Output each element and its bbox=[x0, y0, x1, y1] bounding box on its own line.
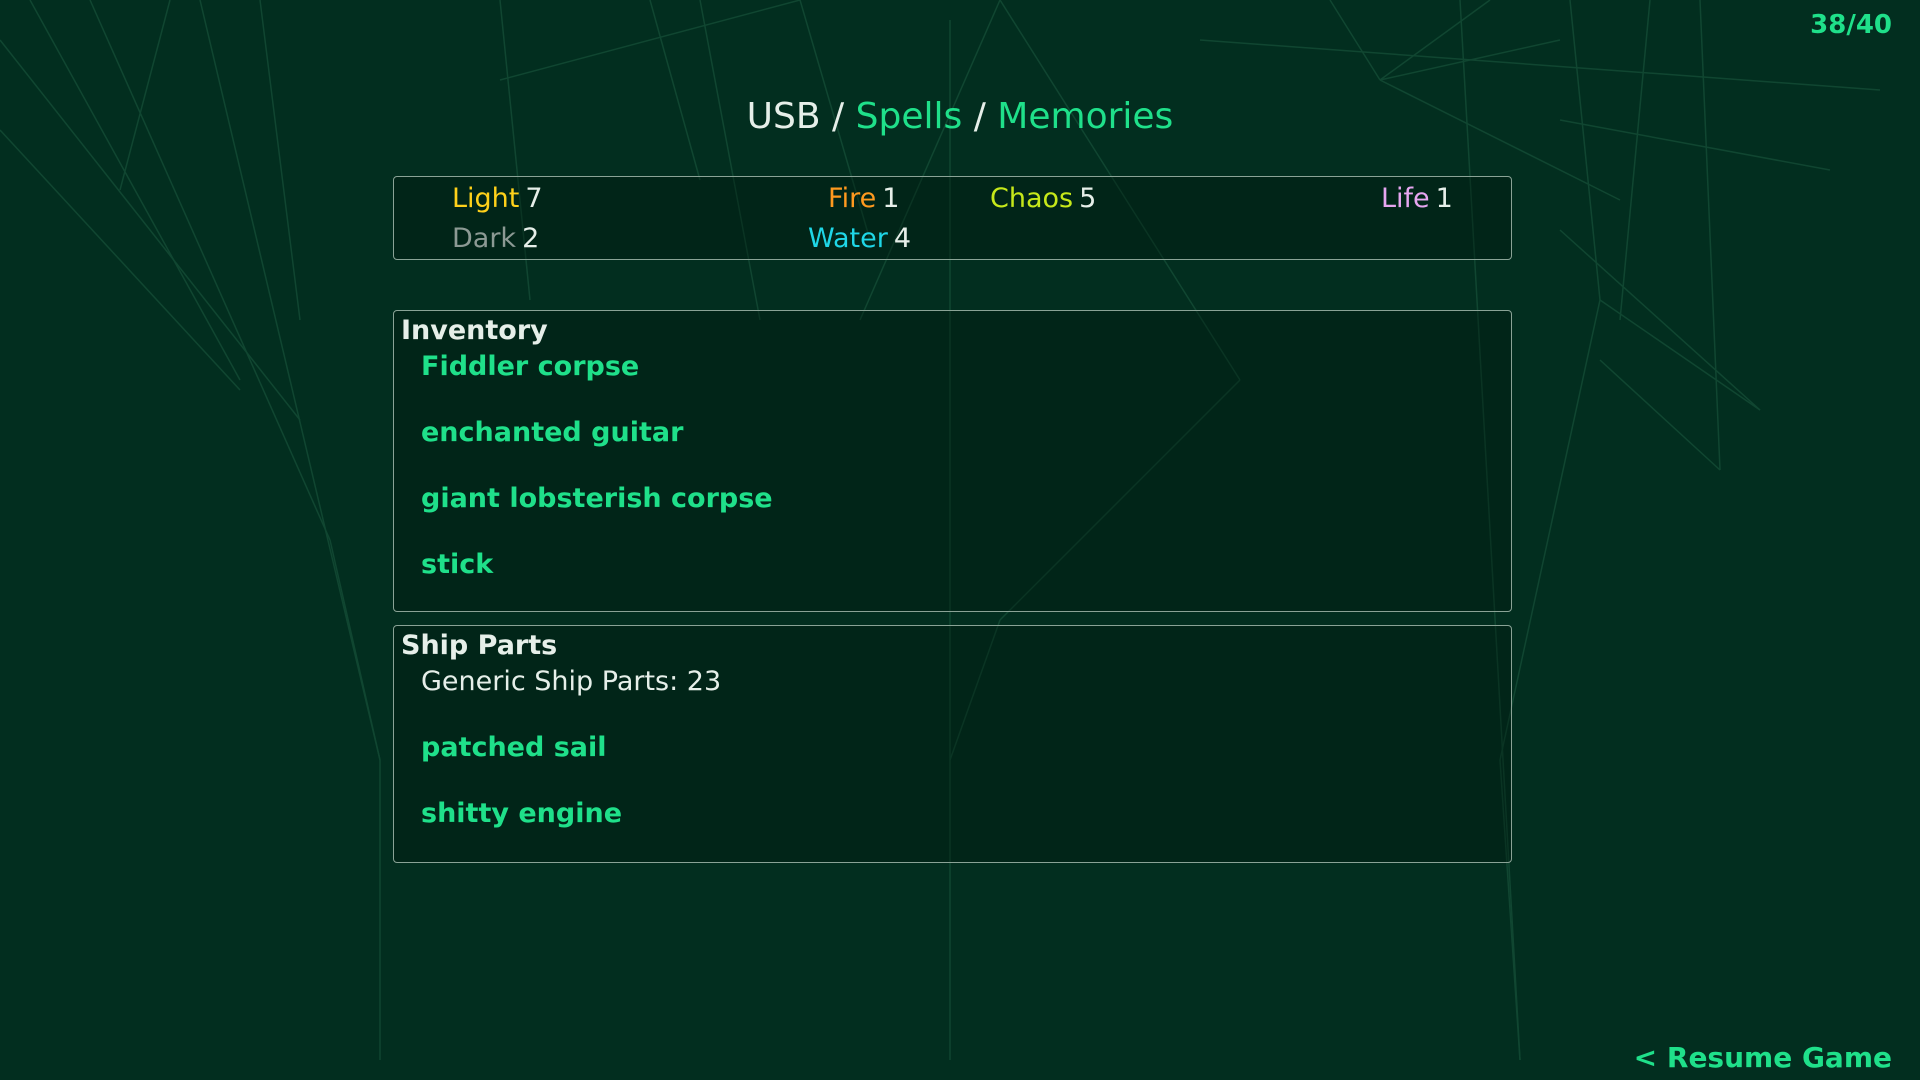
generic-ship-parts-count: Generic Ship Parts: 23 bbox=[421, 666, 722, 697]
element-water: Water 4 bbox=[808, 223, 911, 254]
inventory-item[interactable]: stick bbox=[421, 549, 493, 580]
element-light-value: 7 bbox=[525, 183, 543, 214]
inventory-item[interactable]: giant lobsterish corpse bbox=[421, 483, 773, 514]
resume-game-button[interactable]: < Resume Game bbox=[1634, 1041, 1892, 1074]
ship-part-item[interactable]: shitty engine bbox=[421, 798, 622, 829]
ship-parts-panel: Ship Parts Generic Ship Parts: 23 patche… bbox=[393, 625, 1512, 863]
ship-part-item[interactable]: patched sail bbox=[421, 732, 607, 763]
breadcrumb-spells[interactable]: Spells bbox=[856, 96, 963, 137]
element-water-name: Water bbox=[808, 223, 888, 254]
element-light: Light 7 bbox=[452, 183, 543, 214]
inventory-panel: Inventory Fiddler corpse enchanted guita… bbox=[393, 310, 1512, 612]
ship-parts-title: Ship Parts bbox=[401, 630, 558, 661]
element-fire-value: 1 bbox=[882, 183, 900, 214]
element-dark-value: 2 bbox=[522, 223, 540, 254]
breadcrumb-separator: / bbox=[973, 96, 986, 137]
breadcrumb-separator: / bbox=[832, 96, 845, 137]
element-life-name: Life bbox=[1381, 183, 1430, 214]
breadcrumb-memories[interactable]: Memories bbox=[997, 96, 1173, 137]
breadcrumb: USB / Spells / Memories bbox=[0, 96, 1920, 137]
element-dark-name: Dark bbox=[452, 223, 517, 254]
element-water-value: 4 bbox=[893, 223, 912, 254]
element-life: Life 1 bbox=[1381, 183, 1453, 214]
element-chaos-value: 5 bbox=[1079, 183, 1097, 214]
element-chaos-name: Chaos bbox=[990, 183, 1074, 214]
breadcrumb-usb[interactable]: USB bbox=[747, 96, 821, 137]
element-chaos: Chaos 5 bbox=[990, 183, 1096, 214]
inventory-title: Inventory bbox=[401, 315, 548, 346]
elements-panel: Light 7 Fire 1 Chaos 5 Life 1 Dark 2 Water 4 bbox=[393, 176, 1512, 260]
element-life-value: 1 bbox=[1435, 183, 1453, 214]
element-fire: Fire 1 bbox=[828, 183, 899, 214]
element-dark: Dark 2 bbox=[452, 223, 539, 254]
element-light-name: Light bbox=[452, 183, 520, 214]
progress-counter: 38/40 bbox=[1810, 10, 1892, 40]
inventory-item[interactable]: Fiddler corpse bbox=[421, 351, 639, 382]
inventory-item[interactable]: enchanted guitar bbox=[421, 417, 683, 448]
element-fire-name: Fire bbox=[828, 183, 877, 214]
